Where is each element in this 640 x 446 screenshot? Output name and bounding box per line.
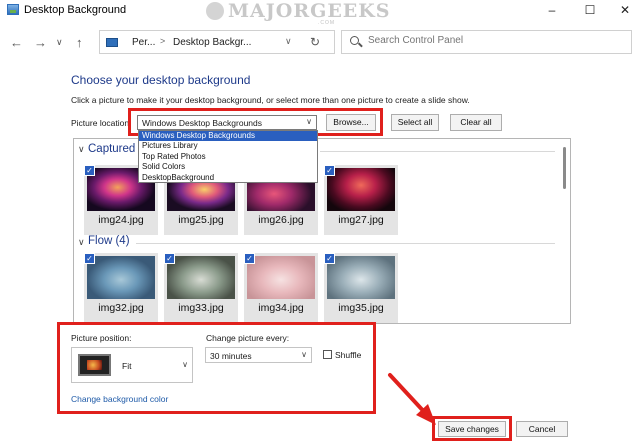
collapse-chevron-icon[interactable]: ∨	[78, 237, 85, 248]
page-title: Choose your desktop background	[71, 73, 251, 87]
picture-location-dropdown[interactable]: Windows Desktop Backgrounds Pictures Lib…	[138, 130, 318, 183]
annotation-highlight-box	[57, 322, 376, 414]
instructions-text: Click a picture to make it your desktop …	[71, 95, 470, 105]
address-bar[interactable]: Per... > Desktop Backgr... ∨ ↻	[99, 30, 335, 54]
desktop-background-app-icon	[7, 4, 19, 15]
address-dropdown-icon[interactable]: ∨	[285, 36, 292, 47]
watermark-logo-icon	[206, 2, 224, 20]
wallpaper-thumbnail	[87, 256, 155, 299]
refresh-icon[interactable]: ↻	[310, 35, 320, 49]
annotation-highlight-box	[432, 416, 512, 441]
wallpaper-filename: img35.jpg	[338, 302, 384, 314]
window-title: Desktop Background	[24, 4, 127, 16]
checkbox-checked-icon[interactable]: ✓	[324, 165, 335, 176]
select-all-button[interactable]: Select all	[391, 114, 439, 131]
wallpaper-thumbnail	[167, 256, 235, 299]
collapse-chevron-icon[interactable]: ∨	[78, 144, 85, 155]
search-box[interactable]	[341, 30, 632, 54]
dropdown-option[interactable]: Pictures Library	[139, 141, 317, 151]
recent-locations-chevron-icon[interactable]: ∨	[56, 37, 63, 48]
dropdown-option[interactable]: DesktopBackground	[139, 173, 317, 183]
search-icon	[350, 36, 363, 48]
checkbox-checked-icon[interactable]: ✓	[244, 253, 255, 264]
picture-location-label: Picture location:	[71, 118, 132, 128]
back-arrow-icon[interactable]: ←	[10, 35, 23, 50]
cancel-button[interactable]: Cancel	[516, 421, 568, 437]
wallpaper-item[interactable]: ✓ img33.jpg	[164, 253, 238, 323]
title-bar: Desktop Background MAJORGEEKS .COM – ☐ ✕	[0, 0, 640, 26]
group-header-captured[interactable]: Captured	[88, 143, 135, 155]
breadcrumb-separator: >	[160, 36, 166, 46]
clear-all-button[interactable]: Clear all	[450, 114, 502, 131]
watermark: MAJORGEEKS	[228, 0, 391, 22]
wallpaper-thumbnail	[327, 168, 395, 211]
wallpaper-filename: img25.jpg	[178, 214, 224, 226]
wallpaper-thumbnail	[247, 256, 315, 299]
wallpaper-filename: img32.jpg	[98, 302, 144, 314]
search-input[interactable]	[368, 35, 618, 46]
dropdown-option[interactable]: Windows Desktop Backgrounds	[139, 131, 317, 142]
close-button[interactable]: ✕	[614, 2, 636, 18]
checkbox-checked-icon[interactable]: ✓	[84, 165, 95, 176]
up-arrow-icon[interactable]: ↑	[76, 35, 83, 50]
minimize-button[interactable]: –	[541, 2, 563, 18]
gallery-scrollbar[interactable]	[563, 147, 566, 189]
wallpaper-filename: img26.jpg	[258, 214, 304, 226]
group-header-flow[interactable]: Flow (4)	[88, 235, 130, 247]
group-divider	[320, 151, 555, 152]
checkbox-checked-icon[interactable]: ✓	[324, 253, 335, 264]
forward-arrow-icon[interactable]: →	[34, 35, 47, 50]
dropdown-option[interactable]: Top Rated Photos	[139, 152, 317, 162]
control-panel-icon	[106, 38, 118, 47]
wallpaper-filename: img24.jpg	[98, 214, 144, 226]
checkbox-checked-icon[interactable]: ✓	[84, 253, 95, 264]
wallpaper-item[interactable]: ✓ img32.jpg	[84, 253, 158, 323]
group-divider	[136, 243, 555, 244]
breadcrumb-segment[interactable]: Per...	[132, 37, 155, 48]
checkbox-checked-icon[interactable]: ✓	[164, 253, 175, 264]
wallpaper-item[interactable]: ✓ img34.jpg	[244, 253, 318, 323]
wallpaper-filename: img34.jpg	[258, 302, 304, 314]
watermark-sub: .COM	[318, 20, 336, 26]
wallpaper-item[interactable]: ✓ img27.jpg	[324, 165, 398, 235]
dropdown-option[interactable]: Solid Colors	[139, 162, 317, 172]
maximize-button[interactable]: ☐	[579, 2, 601, 18]
wallpaper-filename: img33.jpg	[178, 302, 224, 314]
breadcrumb-segment[interactable]: Desktop Backgr...	[173, 37, 251, 48]
wallpaper-item[interactable]: ✓ img35.jpg	[324, 253, 398, 323]
wallpaper-thumbnail	[327, 256, 395, 299]
wallpaper-filename: img27.jpg	[338, 214, 384, 226]
